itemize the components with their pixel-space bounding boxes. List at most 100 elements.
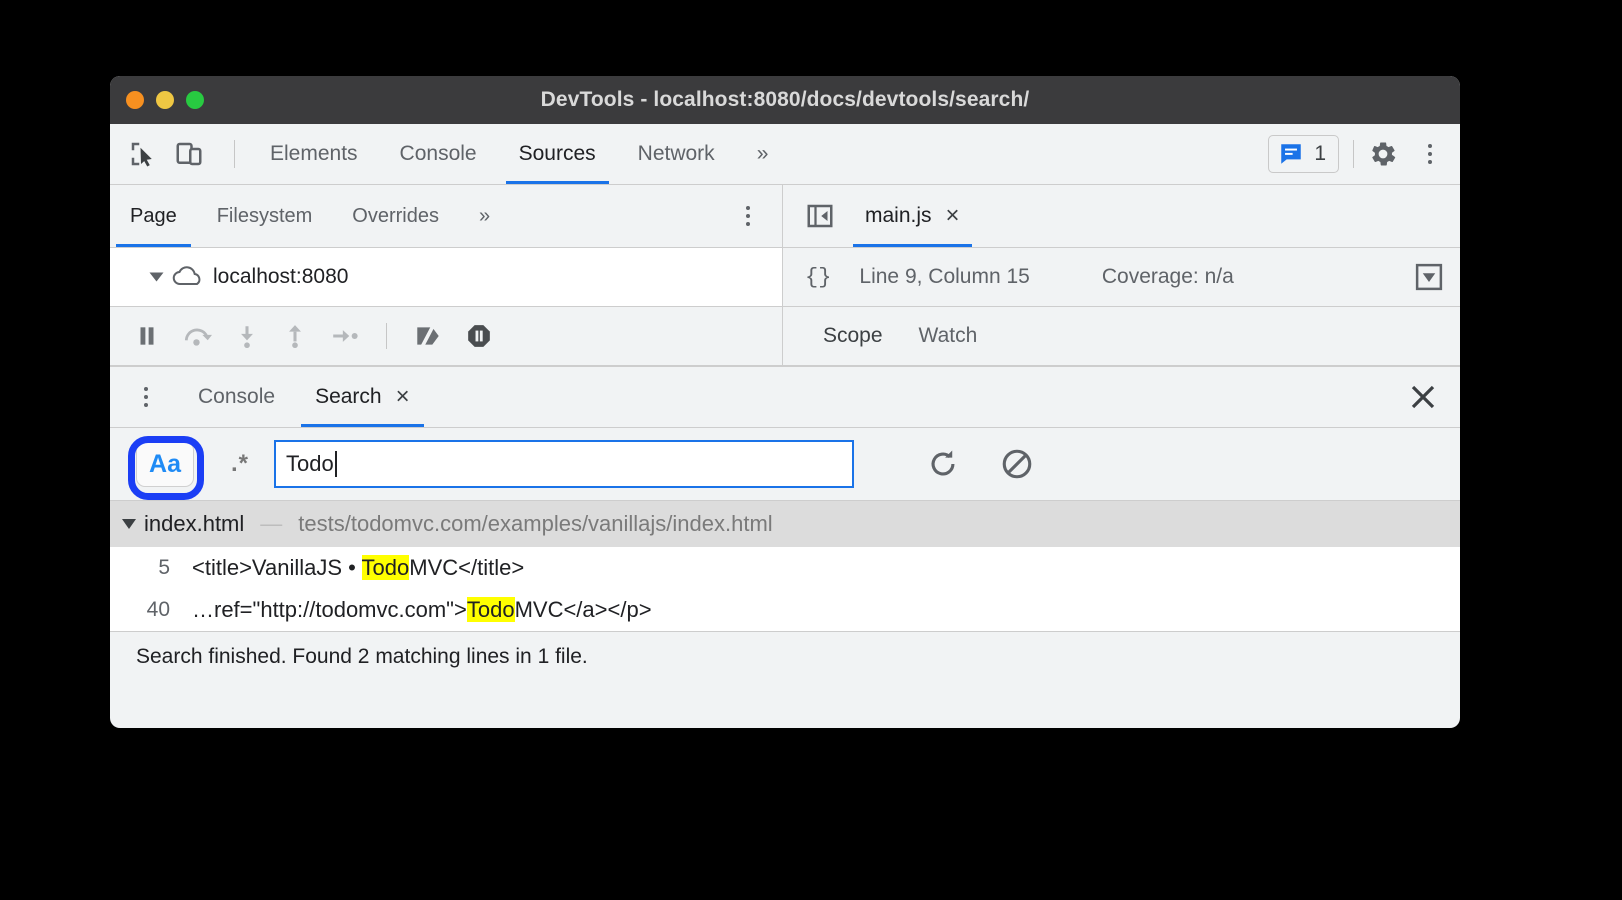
tab-network-label: Network [637,142,715,165]
line-number: 5 [158,556,170,579]
console-message-icon [1278,141,1304,167]
console-message-count-button[interactable]: 1 [1268,135,1339,173]
editor-tab-main-js[interactable]: main.js × [849,185,976,247]
navigator-tab-filesystem[interactable]: Filesystem [197,185,333,247]
match-case-label: Aa [149,449,181,478]
match-before: <title>VanillaJS • [192,555,362,580]
search-results: index.html — tests/todomvc.com/examples/… [110,501,1460,631]
toolbar-divider-right [1353,140,1354,168]
regex-button[interactable]: .* [220,450,260,478]
step-out-icon[interactable] [282,323,308,349]
console-message-count: 1 [1314,142,1326,165]
show-coverage-icon[interactable] [1414,262,1444,292]
chevron-double-right-icon: » [479,204,491,227]
toolbar-right-icons: 1 [1268,124,1460,184]
close-icon[interactable]: × [396,383,410,411]
close-button[interactable] [126,91,144,109]
expand-triangle-icon[interactable] [122,519,136,529]
cloud-icon [171,265,205,289]
main-toolbar: Elements Console Sources Network » 1 [110,124,1460,185]
expand-triangle-icon[interactable] [149,272,164,282]
drawer-tab-console-label: Console [198,385,276,408]
drawer-tab-search[interactable]: Search × [295,367,430,427]
screenshot-stage: DevTools - localhost:8080/docs/devtools/… [0,0,1622,900]
navigator-tab-overrides[interactable]: Overrides [332,185,459,247]
minimize-button[interactable] [156,91,174,109]
panel-tabs: Elements Console Sources Network » [249,124,789,184]
editor-status-bar: {} Line 9, Column 15 Coverage: n/a [783,248,1460,307]
window-controls [126,76,204,124]
drawer-tabs: Console Search × [110,366,1460,428]
navigator-tree: localhost:8080 [110,248,782,307]
clear-icon[interactable] [1000,447,1034,481]
close-drawer-button[interactable] [1408,367,1460,427]
search-status-bar: Search finished. Found 2 matching lines … [110,631,1460,682]
match-text: …ref="http://todomvc.com">TodoMVC</a></p… [192,597,652,623]
tab-network[interactable]: Network [617,124,736,184]
gear-icon[interactable] [1368,139,1398,169]
navigator-more-tabs-button[interactable]: » [459,185,510,247]
drawer-more-options-wrap [110,367,178,427]
step-icon[interactable] [330,323,360,349]
match-highlight: Todo [361,555,410,580]
toolbar-left-icons [110,124,249,184]
close-icon[interactable]: × [946,202,960,230]
drawer-tab-search-label: Search [315,385,382,408]
kebab-menu-icon[interactable] [734,206,762,226]
navigator-tabs: Page Filesystem Overrides » [110,185,782,248]
refresh-icon[interactable] [926,447,960,481]
tree-item-label[interactable]: localhost:8080 [213,265,348,289]
tab-elements[interactable]: Elements [249,124,379,184]
search-input[interactable]: Todo [274,440,854,488]
cursor-position: Line 9, Column 15 [859,265,1030,288]
regex-label: .* [230,450,249,477]
debugger-divider [386,323,387,349]
tab-console[interactable]: Console [379,124,498,184]
result-file-name: index.html [144,511,245,536]
match-highlight: Todo [466,597,515,622]
kebab-menu-icon[interactable] [132,387,160,407]
show-navigator-icon[interactable] [783,185,849,247]
tab-sources[interactable]: Sources [498,124,617,184]
editor-tabs: main.js × [783,185,1460,248]
search-input-value: Todo [286,451,334,476]
tab-sources-label: Sources [518,142,596,165]
search-result-file-header[interactable]: index.html — tests/todomvc.com/examples/… [110,501,1460,547]
search-result-row[interactable]: 40 …ref="http://todomvc.com">TodoMVC</a>… [110,589,1460,631]
step-over-icon[interactable] [182,323,212,349]
search-status-text: Search finished. Found 2 matching lines … [136,645,588,668]
pause-on-exceptions-icon[interactable] [465,323,493,349]
drawer-tab-console[interactable]: Console [178,367,295,427]
pause-script-execution-icon[interactable] [134,323,160,349]
pane-split-subtabs: Page Filesystem Overrides » localhost:80… [110,185,1460,366]
inspect-element-icon[interactable] [128,139,158,169]
navigator-tab-filesystem-label: Filesystem [216,204,313,227]
search-toolbar: Aa .* Todo [110,428,1460,501]
match-before: …ref="http://todomvc.com"> [192,597,467,622]
navigator-tab-overrides-label: Overrides [352,204,439,227]
zoom-button[interactable] [186,91,204,109]
window-title: DevTools - localhost:8080/docs/devtools/… [540,88,1030,111]
tab-watch[interactable]: Watch [901,324,996,348]
drawer: Console Search × Aa .* Todo index.html —… [110,366,1460,682]
coverage-status: Coverage: n/a [1101,265,1234,288]
device-toolbar-icon[interactable] [174,139,204,169]
match-case-button[interactable]: Aa [136,441,194,487]
search-actions [926,447,1034,481]
more-panels-button[interactable]: » [736,124,790,184]
kebab-menu-icon[interactable] [1416,144,1444,164]
deactivate-breakpoints-icon[interactable] [413,323,443,349]
navigator-more-options-wrap [734,185,782,247]
chevron-double-right-icon: » [756,142,769,165]
tab-console-label: Console [399,142,477,165]
navigator-tab-page[interactable]: Page [110,185,197,247]
window-titlebar: DevTools - localhost:8080/docs/devtools/… [110,76,1460,124]
navigator-tab-page-label: Page [130,204,177,227]
search-result-row[interactable]: 5 <title>VanillaJS • TodoMVC</title> [110,547,1460,589]
line-number: 40 [146,598,170,621]
tab-scope[interactable]: Scope [805,324,901,348]
tab-elements-label: Elements [270,142,358,165]
step-into-icon[interactable] [234,323,260,349]
pretty-print-icon[interactable]: {} [805,265,831,290]
devtools-window: DevTools - localhost:8080/docs/devtools/… [110,76,1460,728]
